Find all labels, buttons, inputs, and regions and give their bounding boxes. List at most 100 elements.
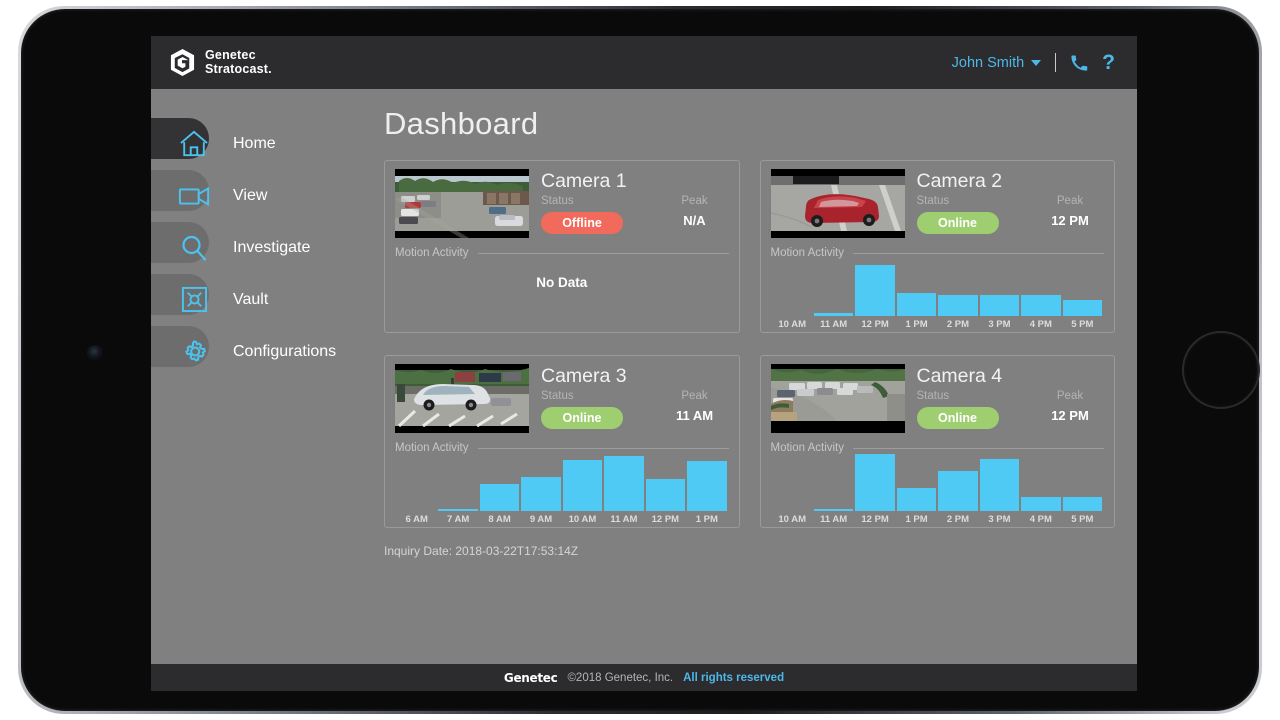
search-icon bbox=[173, 234, 215, 262]
camera-card[interactable]: Camera 2 Status Online Peak 12 PM Motion… bbox=[759, 160, 1115, 333]
chart-tick-label: 9 AM bbox=[529, 514, 553, 525]
chart-tick-label: 12 PM bbox=[861, 514, 889, 525]
help-question-icon[interactable]: ? bbox=[1102, 52, 1115, 73]
user-menu[interactable]: John Smith bbox=[952, 55, 1042, 71]
status-badge: Online bbox=[541, 407, 623, 429]
sidebar-item-label: View bbox=[233, 186, 268, 204]
chart-bar bbox=[855, 454, 895, 511]
chart-bar-wrap bbox=[562, 454, 603, 511]
sidebar-item-configurations[interactable]: Configurations bbox=[151, 326, 358, 377]
sidebar-item-label: Configurations bbox=[233, 342, 337, 360]
camera-card[interactable]: Camera 4 Status Online Peak 12 PM Motion… bbox=[759, 355, 1115, 528]
brand-line-1: Genetec bbox=[205, 48, 256, 62]
divider-line bbox=[853, 252, 1104, 254]
camera-meta-row: Status Online Peak 12 PM bbox=[916, 195, 1105, 234]
peak-column: Peak 12 PM bbox=[1042, 195, 1104, 230]
video-camera-icon bbox=[173, 184, 215, 208]
chart-tick-label: 6 AM bbox=[405, 514, 428, 525]
chart-tick-label: 8 AM bbox=[488, 514, 511, 525]
camera-card-info: Camera 1 Status Offline Peak N/A bbox=[541, 169, 729, 238]
chart-bar bbox=[1062, 300, 1102, 316]
camera-card-info: Camera 3 Status Online Peak 11 AM bbox=[541, 364, 729, 433]
status-label: Status bbox=[916, 390, 950, 402]
motion-activity-header: Motion Activity bbox=[770, 247, 1104, 259]
chart-tick-label: 4 PM bbox=[1029, 514, 1052, 525]
chart-bar-wrap bbox=[896, 259, 937, 316]
camera-card-info: Camera 2 Status Online Peak 12 PM bbox=[916, 169, 1105, 238]
peak-column: Peak 12 PM bbox=[1042, 390, 1104, 425]
status-badge: Offline bbox=[541, 212, 623, 234]
no-data-message: No Data bbox=[536, 274, 588, 290]
chart-bar-wrap bbox=[896, 454, 937, 511]
vault-box-icon bbox=[173, 286, 215, 313]
inquiry-date: Inquiry Date: 2018-03-22T17:53:14Z bbox=[384, 544, 579, 558]
peak-label: Peak bbox=[1056, 195, 1084, 207]
chart-bar bbox=[604, 456, 644, 511]
chart-bar-wrap bbox=[687, 454, 727, 511]
chart-bars bbox=[773, 259, 1102, 316]
chart-tick-label: 5 PM bbox=[1071, 319, 1094, 330]
chart-tick-label: 3 PM bbox=[988, 319, 1011, 330]
chart-bar-wrap bbox=[979, 454, 1020, 511]
camera-card[interactable]: Camera 1 Status Offline Peak N/A Motion … bbox=[384, 160, 740, 333]
chart-bar bbox=[687, 460, 727, 511]
camera-name: Camera 3 bbox=[541, 365, 627, 387]
chart-bar bbox=[938, 295, 978, 316]
brand-text: Genetec Stratocast. bbox=[205, 48, 272, 76]
motion-activity-label: Motion Activity bbox=[395, 442, 469, 454]
chart-bar bbox=[813, 508, 854, 511]
phone-icon[interactable] bbox=[1070, 54, 1088, 72]
chart-bar bbox=[562, 459, 603, 511]
chart-tick-label: 10 AM bbox=[778, 514, 807, 525]
app-screen: Genetec Stratocast. John Smith ? Home Vi… bbox=[151, 36, 1137, 691]
chart-bar bbox=[1062, 497, 1102, 511]
chart-bar-wrap bbox=[645, 454, 686, 511]
camera-name: Camera 2 bbox=[916, 170, 1003, 192]
front-camera-lens bbox=[87, 345, 103, 361]
home-button[interactable] bbox=[1182, 331, 1260, 409]
camera-thumbnail[interactable] bbox=[395, 169, 529, 238]
divider-line bbox=[853, 447, 1104, 449]
status-column: Status Online bbox=[916, 390, 1043, 429]
chart-bar-wrap bbox=[979, 259, 1020, 316]
camera-thumbnail[interactable] bbox=[770, 169, 905, 238]
peak-label: Peak bbox=[681, 195, 708, 207]
chart-bar-wrap bbox=[521, 454, 561, 511]
tablet-device-frame: Genetec Stratocast. John Smith ? Home Vi… bbox=[18, 6, 1262, 714]
camera-thumbnail[interactable] bbox=[395, 364, 529, 433]
chart-tick-label: 11 AM bbox=[820, 319, 848, 330]
chart-tick-label: 10 AM bbox=[778, 319, 807, 330]
chart-x-axis-labels: 6 AM 7 AM 8 AM 9 AM 10 AM 11 AM 12 PM 1 PM bbox=[397, 514, 727, 525]
peak-value: 12 PM bbox=[1051, 408, 1089, 423]
camera-card-header: Camera 3 Status Online Peak 11 AM bbox=[395, 364, 729, 433]
status-label: Status bbox=[916, 195, 950, 207]
sidebar-item-vault[interactable]: Vault bbox=[151, 274, 358, 325]
chart-bars bbox=[773, 454, 1102, 511]
sidebar-item-view[interactable]: View bbox=[151, 170, 358, 221]
peak-label: Peak bbox=[681, 390, 708, 402]
chart-tick-label: 11 AM bbox=[610, 514, 638, 525]
chart-bar bbox=[1021, 497, 1061, 511]
camera-meta-row: Status Offline Peak N/A bbox=[541, 195, 729, 234]
status-column: Status Online bbox=[916, 195, 1043, 234]
peak-column: Peak N/A bbox=[667, 195, 729, 230]
sidebar-item-home[interactable]: Home bbox=[151, 118, 358, 169]
sidebar-item-label: Home bbox=[233, 134, 276, 152]
footer-rights-link[interactable]: All rights reserved bbox=[683, 672, 784, 684]
sidebar-item-label: Investigate bbox=[233, 238, 311, 256]
camera-thumbnail[interactable] bbox=[770, 364, 905, 433]
sidebar-item-investigate[interactable]: Investigate bbox=[151, 222, 358, 273]
status-label: Status bbox=[541, 390, 574, 402]
user-name-label: John Smith bbox=[951, 54, 1025, 71]
camera-card[interactable]: Camera 3 Status Online Peak 11 AM Motion… bbox=[384, 355, 740, 528]
chart-tick-label: 12 PM bbox=[651, 514, 680, 525]
camera-meta-row: Status Online Peak 11 AM bbox=[541, 390, 729, 429]
chart-tick-label: 11 AM bbox=[820, 514, 848, 525]
motion-activity-label: Motion Activity bbox=[770, 247, 845, 259]
chart-tick-label: 1 PM bbox=[905, 319, 928, 330]
motion-activity-header: Motion Activity bbox=[395, 442, 729, 454]
chart-bar bbox=[1021, 295, 1061, 316]
chart-bar bbox=[438, 508, 478, 511]
chart-tick-label: 10 AM bbox=[568, 514, 597, 525]
chart-bar bbox=[896, 488, 937, 511]
